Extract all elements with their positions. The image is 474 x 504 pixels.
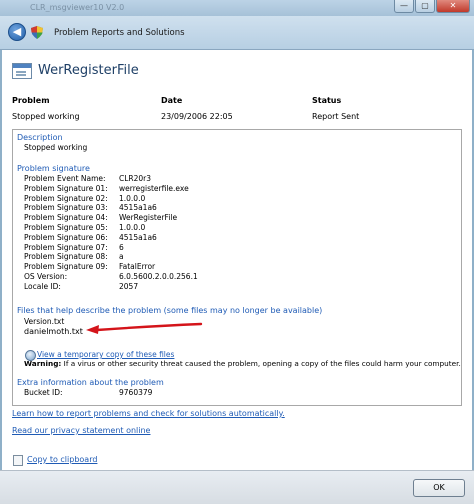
learn-more-link[interactable]: Learn how to report problems and check f… [12,409,285,418]
signature-row-value: 6 [119,242,124,252]
copy-to-clipboard-link[interactable]: Copy to clipboard [27,455,97,464]
problem-value: Stopped working [12,112,80,121]
navigation-bar: ◀ Problem Reports and Solutions [0,16,474,50]
signature-row-value: WerRegisterFile [119,213,178,223]
signature-row-label: Problem Signature 06: [24,232,108,242]
warning-label: Warning: [24,359,62,368]
warning-line: Warning: If a virus or other security th… [24,359,461,368]
signature-row-label: Locale ID: [24,281,61,291]
bucket-id-label: Bucket ID: [24,388,63,397]
ok-button[interactable]: OK [413,479,465,497]
clipboard-icon [13,455,23,466]
signature-row-value: 2057 [119,281,139,291]
signature-row-value: 1.0.0.0 [119,223,146,232]
red-arrow-annotation [86,322,203,334]
date-value: 23/09/2006 22:05 [161,112,233,121]
view-files-link[interactable]: View a temporary copy of these files [37,350,174,359]
maximize-button[interactable]: ▢ [415,0,435,13]
page-title: WerRegisterFile [38,63,139,78]
signature-row-value: werregisterfile.exe [119,183,189,193]
privacy-link[interactable]: Read our privacy statement online [12,426,150,435]
description-heading: Description [17,133,63,142]
details-panel: Description Stopped working Problem sign… [12,129,462,406]
nav-title: Problem Reports and Solutions [54,28,185,38]
bucket-id-value: 9760379 [119,388,153,397]
signature-row-label: Problem Signature 04: [24,213,108,223]
window-title: CLR_msgviewer10 V2.0 [30,3,125,12]
minimize-button[interactable]: — [394,0,414,13]
signature-row-value: FatalError [119,262,156,272]
files-heading: Files that help describe the problem (so… [17,306,323,315]
main-content: WerRegisterFile Problem Date Status Stop… [2,50,472,470]
problem-column-header: Problem [12,96,50,105]
status-column-header: Status [312,96,342,105]
signature-row-label: Problem Signature 05: [24,223,108,232]
warning-text: If a virus or other security threat caus… [61,359,461,368]
window-app-icon [12,63,32,79]
signature-row-label: OS Version: [24,272,68,281]
description-text: Stopped working [24,143,88,152]
window-controls: — ▢ ✕ [394,0,470,13]
extra-info-heading: Extra information about the problem [17,378,164,387]
dialog-footer: OK [0,470,474,504]
file-item-danielmoth: danielmoth.txt [24,327,83,336]
signature-row-label: Problem Signature 07: [24,242,108,252]
shield-icon [31,26,43,39]
signature-row-label: Problem Signature 02: [24,193,108,203]
signature-row-value: 4515a1a6 [119,203,157,213]
problem-signature-heading: Problem signature [17,164,90,173]
signature-row-value: 6.0.5600.2.0.0.256.1 [119,272,198,281]
signature-row-label: Problem Signature 01: [24,183,108,193]
file-item-version: Version.txt [24,317,65,326]
signature-row-value: CLR20r3 [119,174,152,183]
signature-row-label: Problem Signature 09: [24,262,108,272]
title-bar: CLR_msgviewer10 V2.0 — ▢ ✕ [0,0,474,16]
signature-row-value: 1.0.0.0 [119,193,146,203]
back-button[interactable]: ◀ [8,23,26,41]
signature-row-label: Problem Signature 08: [24,252,108,262]
signature-row-label: Problem Signature 03: [24,203,108,213]
status-value: Report Sent [312,112,360,121]
back-arrow-icon: ◀ [12,25,22,38]
signature-row-label: Problem Event Name: [24,174,106,183]
signature-row-value: 4515a1a6 [119,232,157,242]
close-button[interactable]: ✕ [436,0,470,13]
signature-row-value: a [119,252,124,262]
date-column-header: Date [161,96,183,105]
